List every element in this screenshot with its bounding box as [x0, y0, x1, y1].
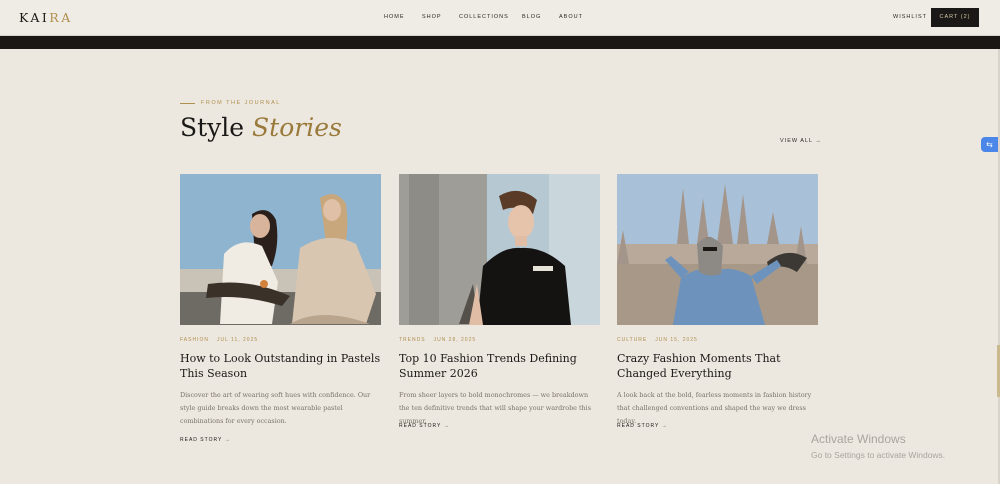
brand-logo[interactable]: KAIRA [19, 10, 73, 25]
cart-button[interactable]: CART (2) [931, 8, 979, 27]
read-story-link[interactable]: READ STORY → [617, 423, 668, 429]
article-meta: FASHION JUL 11, 2025 [180, 337, 258, 343]
eyebrow-line [180, 103, 195, 104]
article-category[interactable]: CULTURE [617, 337, 647, 343]
article-date: JUN 15, 2025 [655, 337, 698, 343]
article-date: JUN 28, 2025 [433, 337, 477, 343]
logo-part-b: RA [49, 10, 73, 25]
nav-about[interactable]: ABOUT [559, 14, 583, 20]
article-excerpt: Discover the art of wearing soft hues wi… [180, 391, 371, 425]
activate-windows-title: Activate Windows [811, 432, 906, 446]
nav-home[interactable]: HOME [384, 14, 405, 20]
wishlist-link[interactable]: WISHLIST [893, 14, 927, 20]
activate-windows-subtitle: Go to Settings to activate Windows. [811, 450, 946, 460]
article-meta: CULTURE JUN 15, 2025 [617, 337, 698, 343]
article-card[interactable]: FASHION JUL 11, 2025 How to Look Outstand… [180, 174, 381, 443]
article-image-culture[interactable] [617, 174, 818, 325]
article-date: JUL 11, 2025 [216, 337, 259, 343]
section-eyebrow: FROM THE JOURNAL [201, 100, 281, 106]
header-divider-bar [0, 36, 1000, 49]
nav-collections[interactable]: COLLECTIONS [459, 14, 509, 20]
article-image-pastels[interactable] [180, 174, 381, 325]
nav-blog[interactable]: BLOG [522, 14, 541, 20]
nav-shop[interactable]: SHOP [422, 14, 442, 20]
read-story-link[interactable]: READ STORY → [399, 423, 450, 429]
site-header: KAIRA HOME SHOP COLLECTIONS BLOG ABOUT W… [0, 0, 1000, 36]
title-emphasis: Stories [252, 113, 342, 142]
title-plain: Style [180, 113, 245, 142]
article-card[interactable]: TRENDS JUN 28, 2025 Top 10 Fashion Trends… [399, 174, 600, 429]
article-category[interactable]: FASHION [180, 337, 209, 343]
translate-icon[interactable]: ⇆ [981, 137, 998, 152]
article-title[interactable]: Crazy Fashion Moments That Changed Every… [617, 351, 822, 381]
article-title[interactable]: Top 10 Fashion Trends Defining Summer 20… [399, 351, 604, 381]
article-title[interactable]: How to Look Outstanding in Pastels This … [180, 351, 385, 381]
article-image-trends[interactable] [399, 174, 600, 325]
logo-part-a: KAI [19, 10, 50, 25]
section-title: Style Stories [180, 113, 342, 142]
article-card[interactable]: CULTURE JUN 15, 2025 Crazy Fashion Moment… [617, 174, 818, 429]
read-story-link[interactable]: READ STORY → [180, 437, 231, 443]
view-all-link[interactable]: VIEW ALL → [780, 138, 822, 144]
article-category[interactable]: TRENDS [399, 337, 426, 343]
article-meta: TRENDS JUN 28, 2025 [399, 337, 476, 343]
